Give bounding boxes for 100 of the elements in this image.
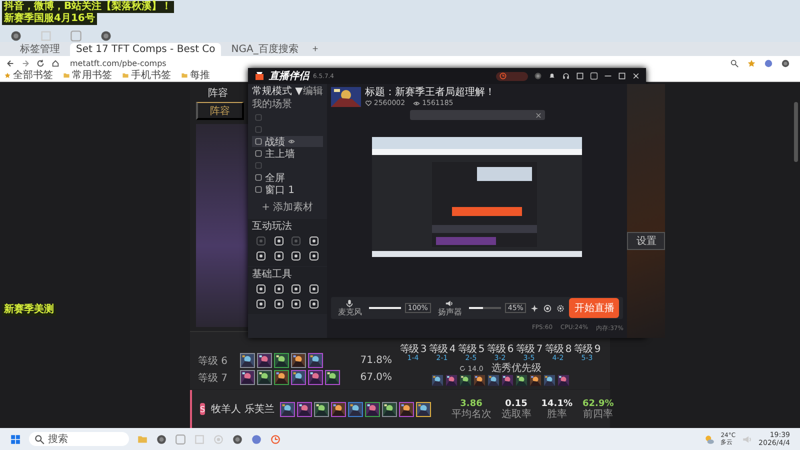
rounded-square-icon[interactable]	[274, 299, 284, 309]
checkbox-icon	[255, 174, 262, 181]
search-icon	[34, 434, 45, 444]
source-item[interactable]: 窗口 1	[252, 184, 323, 195]
taskbar-app-icon[interactable]	[251, 434, 262, 444]
level-label: 等级 7	[198, 372, 229, 384]
rounded-square-icon[interactable]	[256, 251, 266, 261]
clock-icon	[499, 72, 507, 80]
rate-value: 71.8%	[360, 355, 393, 366]
speaker-icon[interactable]	[445, 298, 454, 308]
star-icon[interactable]	[747, 58, 756, 68]
section-title: 基础工具	[252, 269, 293, 281]
rounded-square-icon[interactable]	[309, 299, 320, 309]
rounded-square-icon[interactable]	[291, 284, 302, 294]
dot-icon[interactable]	[764, 58, 773, 68]
checkbox-icon	[255, 162, 262, 169]
scene-label: 我的场景	[252, 99, 292, 111]
bookmark-link[interactable]: 每推	[181, 70, 210, 81]
edit-button[interactable]: 编辑	[302, 86, 323, 98]
audio-label: 扬声器	[438, 308, 462, 316]
source-item[interactable]: 战绩	[252, 136, 323, 147]
comp-name[interactable]: 牧羊人 乐芙兰	[211, 402, 274, 416]
stat-label: 胜率	[546, 408, 567, 420]
source-item[interactable]: 全屏	[252, 172, 323, 183]
checkbox-icon	[255, 150, 262, 157]
rounded-square-icon[interactable]	[291, 299, 302, 309]
browser-tab[interactable]: 标签管理	[14, 43, 66, 56]
stat-label: 前四率	[583, 408, 614, 420]
rounded-square-icon[interactable]	[309, 251, 320, 261]
heart-icon	[364, 100, 372, 106]
bookmark-link[interactable]: 手机书签	[122, 70, 171, 81]
folder-icon	[122, 72, 129, 79]
level-label: 等级 4	[429, 345, 455, 355]
scrollbar[interactable]	[794, 102, 798, 162]
weather-icon	[704, 434, 715, 444]
folder-icon	[181, 72, 188, 79]
browser-tab[interactable]: Set 17 TFT Comps - Best Co	[70, 43, 222, 56]
carousel-title: 选秀优先级	[491, 363, 542, 374]
headset-icon[interactable]	[562, 72, 570, 80]
refresh-icon	[458, 365, 466, 372]
new-tab-button[interactable]: +	[308, 44, 322, 56]
level-label: 等级 6	[198, 354, 229, 368]
star-icon	[4, 72, 11, 79]
bookmark-link[interactable]: 常用书签	[63, 70, 112, 81]
section-title: 互动玩法	[252, 221, 293, 233]
live-pill[interactable]	[496, 72, 528, 80]
app-title: 直播伴侣	[269, 70, 309, 83]
rate-value: 67.0%	[360, 372, 393, 383]
page-tab[interactable]: 阵容	[196, 102, 244, 120]
rounded-square-icon[interactable]	[309, 284, 320, 294]
rounded-square-icon[interactable]	[274, 251, 284, 261]
taskbar-app-icon[interactable]	[232, 434, 243, 444]
record-icon[interactable]	[543, 304, 552, 312]
level-label: 等级 3	[400, 345, 426, 355]
start-icon[interactable]	[10, 434, 21, 444]
bell-icon[interactable]	[548, 72, 556, 80]
rounded-square-icon[interactable]	[309, 236, 320, 246]
rounded-square-icon[interactable]	[274, 236, 284, 246]
sparkle-icon[interactable]	[530, 304, 540, 312]
rounded-square-icon[interactable]	[274, 284, 284, 294]
search-icon[interactable]	[730, 58, 739, 68]
overlay-caption: 新赛季美测	[2, 304, 56, 316]
source-item[interactable]: 主上墙	[252, 148, 323, 159]
eye-icon	[413, 100, 420, 106]
back-icon[interactable]	[6, 58, 15, 68]
home-icon[interactable]	[51, 58, 60, 68]
level-label: 等级 8	[545, 345, 571, 355]
checkbox-icon	[255, 138, 262, 145]
overlay-caption: 新赛季国服4月16号	[2, 13, 97, 25]
level-label: 等级 5	[458, 345, 484, 355]
rounded-square-icon[interactable]	[291, 251, 302, 261]
add-source-button[interactable]: + 添加素材	[252, 199, 323, 215]
maximize-icon[interactable]	[618, 72, 626, 80]
rounded-square-icon[interactable]	[256, 284, 266, 294]
bookmark-link[interactable]: 全部书签	[4, 70, 53, 81]
forward-icon[interactable]	[21, 58, 30, 68]
avatar-icon[interactable]	[534, 72, 542, 80]
taskbar-app-icon[interactable]	[156, 434, 167, 444]
level-label: 等级 9	[574, 345, 600, 355]
settings-icon[interactable]	[556, 304, 566, 312]
close-icon[interactable]	[632, 72, 640, 80]
search-field[interactable]: 搜索	[29, 432, 129, 446]
mode-dropdown[interactable]: 常规模式 ▼	[252, 86, 303, 98]
tier-badge: S	[200, 403, 206, 415]
settings-button[interactable]: 设置	[627, 232, 666, 250]
rounded-square-icon[interactable]	[256, 299, 266, 309]
level-label: 等级 6	[487, 345, 513, 355]
taskbar-app-icon[interactable]	[270, 434, 281, 444]
checkbox-icon	[255, 186, 262, 193]
reload-icon[interactable]	[36, 58, 45, 68]
overlay-caption: 抖音，微博，B站关注【梨落秋溪】！	[2, 1, 174, 13]
eye-icon[interactable]	[288, 138, 295, 145]
stat-value: 0.15	[505, 398, 528, 408]
address-field[interactable]: metatft.com/pbe-comps	[66, 58, 170, 68]
stat-value: 3.86	[460, 398, 482, 408]
level-label: 等级 7	[516, 345, 542, 355]
mic-icon[interactable]	[345, 298, 354, 308]
browser-tab[interactable]: NGA_百度搜索	[225, 43, 304, 56]
square-icon[interactable]	[576, 72, 584, 80]
folder-icon	[63, 72, 70, 79]
